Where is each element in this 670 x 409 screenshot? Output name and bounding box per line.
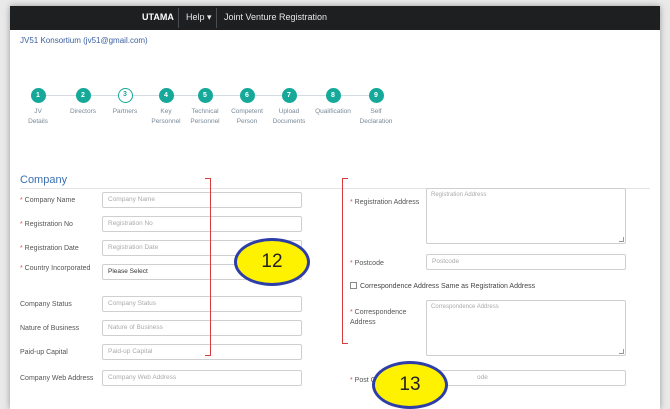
callout-badge-13: 13 [372,361,448,409]
step-number-badge: 4 [158,88,174,103]
brand-logo[interactable]: UTAMA [142,12,174,22]
callout-badge-12: 12 [234,238,310,286]
step-number-badge: 1 [30,88,46,103]
field-input[interactable]: Company Name [102,192,302,208]
step-label: JV Details [28,108,48,125]
step-label: Self Declaration [359,108,393,125]
registration-address-textarea[interactable]: Registration Address [426,188,626,244]
help-menu[interactable]: Help ▾ [186,12,212,23]
app-window: UTAMA Help ▾ Joint Venture Registration … [10,6,660,409]
registration-address-label: * Registration Address [350,199,420,206]
annotation-bracket-right-column [342,178,348,344]
resize-handle-icon[interactable] [619,237,624,242]
step-number-badge: 5 [197,88,213,103]
section-title: Company [20,174,68,186]
post-code-input[interactable]: ode [426,370,626,386]
step-number-badge: 6 [239,88,255,103]
correspondence-address-textarea[interactable]: Correspondence Address [426,300,626,356]
field-label: Company Status [20,301,72,308]
field-input[interactable]: Company Web Address [102,370,302,386]
field-label: Nature of Business [20,325,80,332]
same-address-option[interactable]: Correspondence Address Same as Registrat… [350,282,535,290]
account-label: JV51 Konsortium (jv51@gmail.com) [20,36,148,45]
step-number-badge: 3 [117,88,133,103]
top-navbar: UTAMA Help ▾ Joint Venture Registration [10,6,660,30]
field-label: * Registration No [20,221,73,228]
step-number-badge: 2 [75,88,91,103]
field-label: * Company Name [20,197,76,204]
step-number-badge: 7 [281,88,297,103]
field-input[interactable]: Paid-up Capital [102,344,302,360]
correspondence-address-label: * Correspondence Address [350,309,407,326]
nav-divider [216,8,217,28]
field-input[interactable]: Company Status [102,296,302,312]
field-label: * Country Incorporated [20,265,91,272]
same-address-checkbox[interactable] [350,282,357,289]
field-input[interactable]: Nature of Business [102,320,302,336]
resize-handle-icon[interactable] [619,349,624,354]
postcode-input[interactable]: Postcode [426,254,626,270]
breadcrumb[interactable]: Joint Venture Registration [224,12,327,22]
field-input[interactable]: Registration No [102,216,302,232]
postcode-label: * Postcode [350,260,384,267]
step-7[interactable]: 7 Upload Documents [264,88,314,127]
field-label: * Registration Date [20,245,79,252]
nav-divider [178,8,179,28]
step-9[interactable]: 9 Self Declaration [351,88,401,127]
step-number-badge: 9 [368,88,384,103]
step-label: Upload Documents [272,108,306,125]
step-1[interactable]: 1 JV Details [13,88,63,127]
step-number-badge: 8 [325,88,341,103]
annotation-bracket-left-column [205,178,211,356]
field-label: Company Web Address [20,375,94,382]
field-label: Paid-up Capital [20,349,68,356]
